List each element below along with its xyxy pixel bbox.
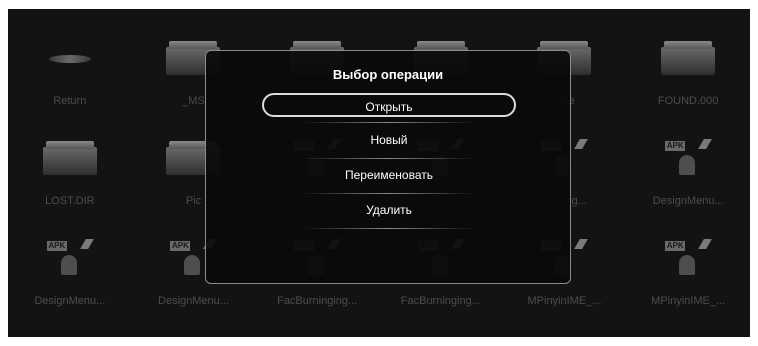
file-tile[interactable]: APK MPinyinIME_...	[626, 227, 750, 327]
folder-icon	[661, 37, 716, 81]
file-label: LOST.DIR	[45, 195, 95, 207]
android-icon	[184, 255, 201, 275]
file-label: _MS	[182, 95, 205, 107]
android-icon	[679, 255, 696, 275]
apk-badge: APK	[170, 241, 191, 251]
apk-icon: APK	[43, 237, 97, 281]
divider	[302, 158, 476, 159]
file-label: DesignMenu...	[34, 295, 106, 307]
file-label: FOUND.000	[657, 95, 719, 107]
dialog-title: Выбор операции	[332, 67, 444, 82]
file-label: DesignMenu...	[652, 195, 724, 207]
apk-icon: APK	[661, 137, 715, 181]
file-tile[interactable]: APK DesignMenu...	[8, 227, 132, 327]
file-browser-screen: Return_MSipseFOUND.000LOST.DIRPicAPKAPKA…	[8, 9, 750, 337]
file-tile[interactable]: LOST.DIR	[8, 127, 132, 227]
file-label: Return	[53, 95, 87, 107]
apk-badge: APK	[665, 141, 686, 151]
apk-badge: APK	[46, 241, 67, 251]
file-label: Pic	[185, 195, 202, 207]
apk-icon: APK	[661, 237, 715, 281]
file-tile[interactable]: Return	[8, 27, 132, 127]
operation-dialog: Выбор операции Открыть Новый Переименова…	[205, 50, 571, 284]
android-icon	[679, 155, 696, 175]
file-label: FacBurninging...	[277, 295, 358, 307]
file-tile[interactable]: FOUND.000	[626, 27, 750, 127]
option-rename[interactable]: Переименовать	[262, 163, 516, 187]
option-new[interactable]: Новый	[262, 128, 516, 152]
divider	[302, 228, 476, 229]
return-icon	[43, 37, 97, 81]
file-label: MPinyinIME_...	[527, 295, 602, 307]
apk-badge: APK	[665, 241, 686, 251]
divider	[302, 122, 476, 123]
file-label: MPinyinIME_...	[651, 295, 726, 307]
option-open[interactable]: Открыть	[262, 93, 516, 117]
folder-icon	[42, 137, 97, 181]
divider	[302, 193, 476, 194]
file-label: FacBurninging...	[400, 295, 481, 307]
option-delete[interactable]: Удалить	[262, 198, 516, 222]
android-icon	[60, 255, 77, 275]
file-tile[interactable]: APK DesignMenu...	[626, 127, 750, 227]
file-label: DesignMenu...	[158, 295, 229, 307]
